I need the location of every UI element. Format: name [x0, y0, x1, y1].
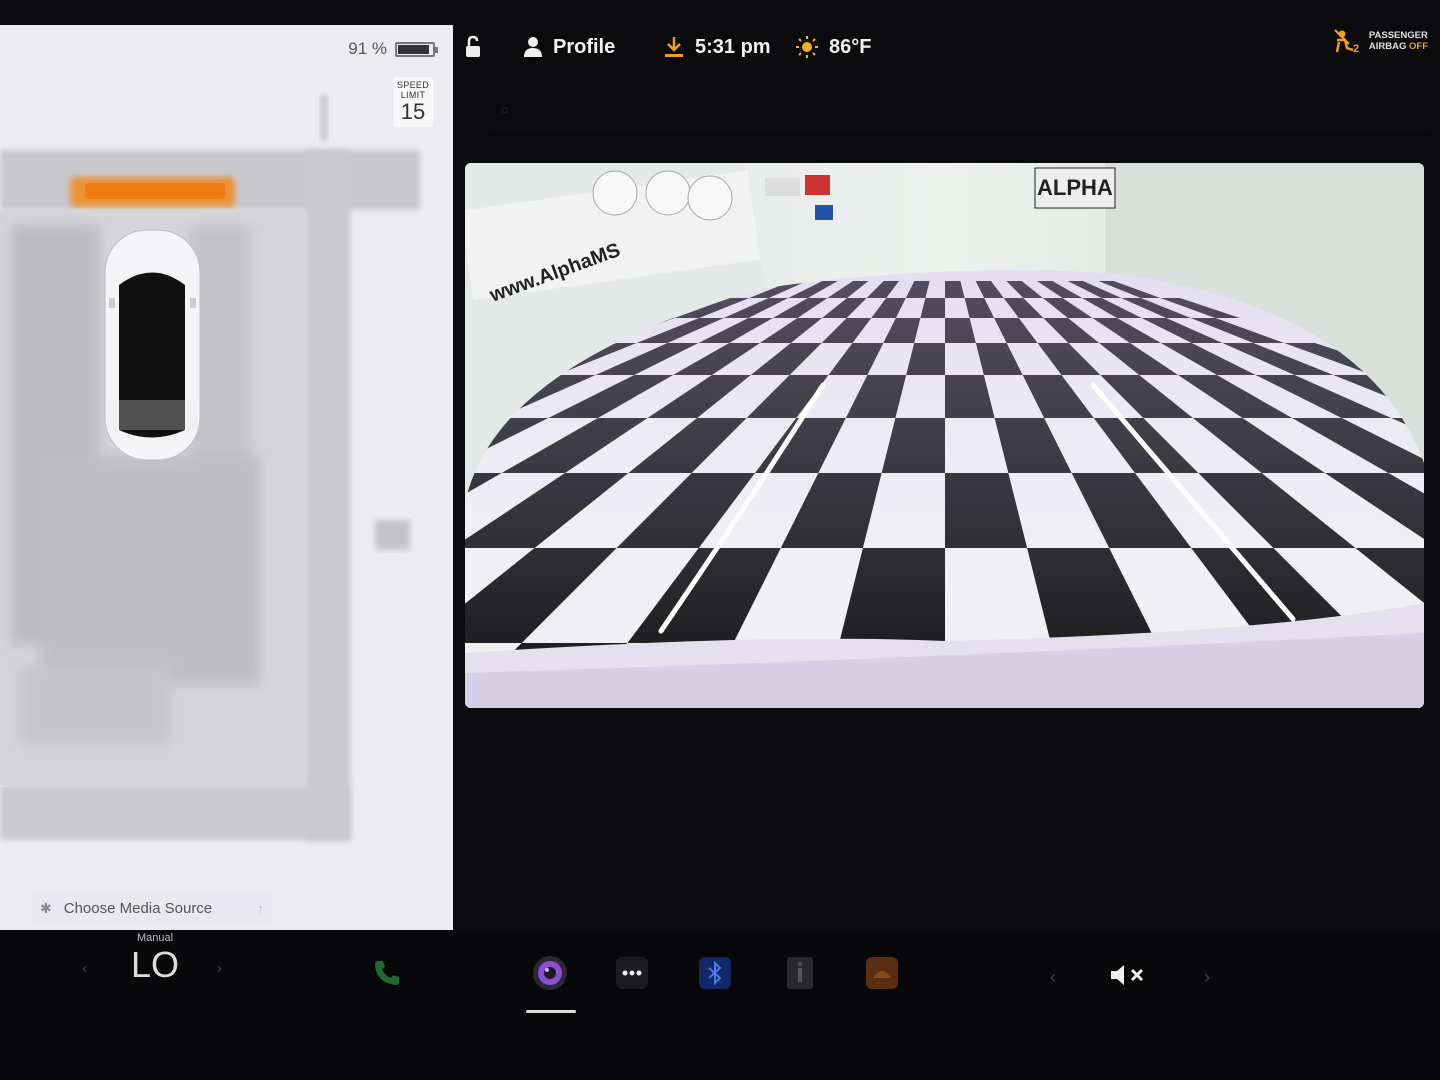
- bottom-dock: Manual LO ‹ › ‹ ›: [0, 930, 1440, 1080]
- lock-open-icon: [463, 35, 485, 59]
- clock: 5:31 pm: [695, 35, 771, 58]
- toybox-icon: [865, 956, 899, 995]
- software-update-button[interactable]: 5:31 pm: [663, 33, 771, 61]
- svg-text:2: 2: [1353, 43, 1359, 54]
- airbag-state: OFF: [1409, 41, 1428, 52]
- media-source-label: Choose Media Source: [63, 899, 213, 917]
- toybox-button[interactable]: [862, 955, 902, 995]
- speed-limit-label: SPEED LIMIT: [396, 80, 429, 100]
- airbag-line1: PASSENGER: [1368, 30, 1428, 41]
- parking-visualization: [0, 25, 453, 930]
- sun-icon: [795, 35, 819, 59]
- profile-label: Profile: [553, 35, 616, 58]
- profile-button[interactable]: Profile: [523, 33, 615, 61]
- bluetooth-button[interactable]: [695, 955, 735, 995]
- info-icon: [783, 956, 817, 995]
- speed-limit-value: 15: [400, 99, 426, 124]
- battery-icon: [395, 41, 438, 57]
- climate-mode: Manual: [136, 932, 174, 944]
- map-search-ghost: ⌕: [490, 90, 1430, 130]
- volume-up-icon[interactable]: ›: [1204, 967, 1210, 988]
- active-app-indicator: [526, 1010, 576, 1013]
- battery-percent: 91 %: [348, 39, 387, 58]
- temp-down-icon[interactable]: ‹: [82, 960, 87, 978]
- chevron-up-icon[interactable]: ↑: [258, 901, 265, 916]
- more-icon: [615, 956, 649, 995]
- weather: 86°F: [795, 33, 871, 61]
- tesla-screen: 91 % SPEED LIMIT 15 ✱ Choose Media Sourc…: [0, 0, 1440, 1080]
- phone-icon: [372, 958, 402, 993]
- phone-button[interactable]: [367, 955, 407, 995]
- climate-control[interactable]: Manual LO ‹ ›: [80, 930, 230, 1010]
- mute-icon: [1109, 965, 1151, 992]
- volume-down-icon[interactable]: ‹: [1050, 967, 1056, 988]
- speed-limit-sign: SPEED LIMIT 15: [393, 77, 433, 127]
- airbag-icon: 2: [1333, 28, 1363, 54]
- airbag-line2: AIRBAG: [1368, 41, 1407, 52]
- bluetooth-small-icon: ✱: [40, 899, 52, 916]
- camera-button[interactable]: [530, 955, 570, 995]
- download-icon: [663, 35, 685, 59]
- search-icon: ⌕: [500, 99, 510, 119]
- camera-icon: [531, 954, 569, 997]
- rear-camera-image: www.AlphaMS ALPHA: [465, 163, 1424, 708]
- info-button[interactable]: [780, 955, 820, 995]
- passenger-airbag-status: 2 PASSENGER AIRBAG OFF: [1333, 28, 1428, 54]
- vehicle-visualization-panel: 91 % SPEED LIMIT 15 ✱ Choose Media Sourc…: [0, 25, 453, 930]
- media-source-bar[interactable]: ✱ Choose Media Source ↑: [32, 893, 272, 923]
- mute-button[interactable]: [1109, 962, 1151, 993]
- status-bar: Profile 5:31 pm 86°F 2 PASSENGER AIRBAG …: [453, 25, 1440, 70]
- svg-text:ALPHA: ALPHA: [1037, 175, 1113, 200]
- temperature: 86°F: [829, 35, 872, 58]
- battery-indicator: 91 %: [348, 39, 438, 59]
- bluetooth-icon: [698, 956, 732, 995]
- temp-up-icon[interactable]: ›: [217, 960, 222, 978]
- climate-temp: LO: [130, 944, 180, 985]
- rear-camera-view: www.AlphaMS ALPHA: [465, 163, 1424, 708]
- more-apps-button[interactable]: [612, 955, 652, 995]
- lock-button[interactable]: [463, 33, 485, 61]
- profile-icon: [523, 36, 543, 58]
- volume-control: ‹ ›: [1050, 955, 1210, 1000]
